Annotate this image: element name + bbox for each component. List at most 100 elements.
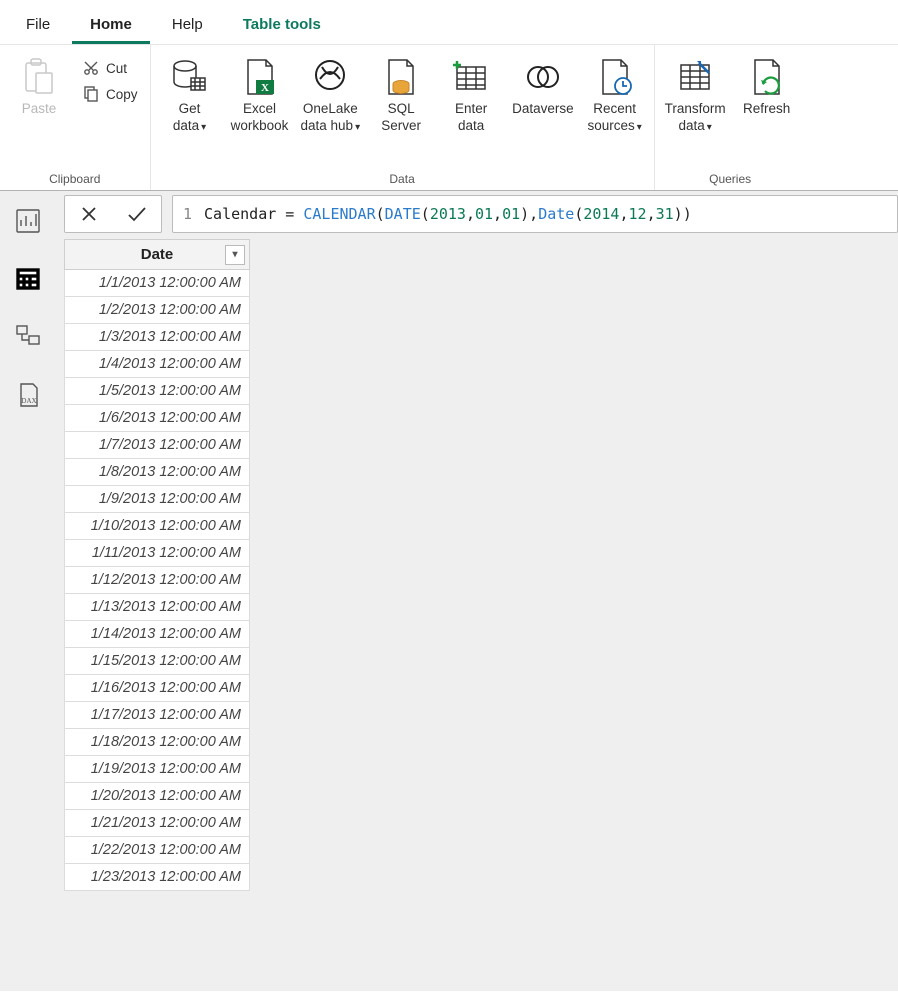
table-row[interactable]: 1/16/2013 12:00:00 AM	[65, 675, 250, 702]
table-row[interactable]: 1/6/2013 12:00:00 AM	[65, 405, 250, 432]
model-view-button[interactable]	[12, 321, 44, 353]
date-cell[interactable]: 1/9/2013 12:00:00 AM	[65, 486, 250, 513]
tab-home[interactable]: Home	[72, 6, 150, 44]
column-header-label: Date	[141, 246, 174, 263]
report-view-button[interactable]	[12, 205, 44, 237]
date-cell[interactable]: 1/14/2013 12:00:00 AM	[65, 621, 250, 648]
table-row[interactable]: 1/7/2013 12:00:00 AM	[65, 432, 250, 459]
date-cell[interactable]: 1/7/2013 12:00:00 AM	[65, 432, 250, 459]
recent-sources-button[interactable]: Recent sources▾	[584, 51, 646, 135]
date-cell[interactable]: 1/22/2013 12:00:00 AM	[65, 837, 250, 864]
date-cell[interactable]: 1/5/2013 12:00:00 AM	[65, 378, 250, 405]
date-cell[interactable]: 1/17/2013 12:00:00 AM	[65, 702, 250, 729]
date-cell[interactable]: 1/12/2013 12:00:00 AM	[65, 567, 250, 594]
dataverse-icon	[523, 55, 563, 99]
table-row[interactable]: 1/11/2013 12:00:00 AM	[65, 540, 250, 567]
table-row[interactable]: 1/4/2013 12:00:00 AM	[65, 351, 250, 378]
table-row[interactable]: 1/8/2013 12:00:00 AM	[65, 459, 250, 486]
transform-data-button[interactable]: Transform data▾	[663, 51, 728, 135]
date-cell[interactable]: 1/16/2013 12:00:00 AM	[65, 675, 250, 702]
copy-button[interactable]: Copy	[78, 83, 142, 105]
date-cell[interactable]: 1/3/2013 12:00:00 AM	[65, 324, 250, 351]
paste-label: Paste	[22, 101, 57, 118]
svg-text:DAX: DAX	[21, 397, 36, 405]
table-row[interactable]: 1/19/2013 12:00:00 AM	[65, 756, 250, 783]
main-area: DAX 1Calendar = CALENDAR(DATE(2013,01,01…	[0, 191, 898, 991]
table-row[interactable]: 1/9/2013 12:00:00 AM	[65, 486, 250, 513]
line-number: 1	[183, 205, 192, 223]
cut-label: Cut	[106, 61, 127, 76]
table-row[interactable]: 1/1/2013 12:00:00 AM	[65, 270, 250, 297]
date-cell[interactable]: 1/15/2013 12:00:00 AM	[65, 648, 250, 675]
table-row[interactable]: 1/22/2013 12:00:00 AM	[65, 837, 250, 864]
dataverse-button[interactable]: Dataverse	[510, 51, 576, 118]
date-cell[interactable]: 1/11/2013 12:00:00 AM	[65, 540, 250, 567]
chevron-down-icon: ▾	[201, 122, 206, 133]
formula-input[interactable]: 1Calendar = CALENDAR(DATE(2013,01,01),Da…	[172, 195, 898, 233]
transform-icon	[675, 55, 715, 99]
table-row[interactable]: 1/15/2013 12:00:00 AM	[65, 648, 250, 675]
date-cell[interactable]: 1/8/2013 12:00:00 AM	[65, 459, 250, 486]
date-cell[interactable]: 1/1/2013 12:00:00 AM	[65, 270, 250, 297]
table-row[interactable]: 1/23/2013 12:00:00 AM	[65, 864, 250, 891]
table-row[interactable]: 1/5/2013 12:00:00 AM	[65, 378, 250, 405]
cut-button[interactable]: Cut	[78, 57, 142, 79]
table-row[interactable]: 1/3/2013 12:00:00 AM	[65, 324, 250, 351]
date-cell[interactable]: 1/13/2013 12:00:00 AM	[65, 594, 250, 621]
data-view-button[interactable]	[12, 263, 44, 295]
excel-workbook-button[interactable]: X Excel workbook	[229, 51, 291, 135]
tab-table-tools[interactable]: Table tools	[225, 6, 339, 44]
table-row[interactable]: 1/13/2013 12:00:00 AM	[65, 594, 250, 621]
date-cell[interactable]: 1/18/2013 12:00:00 AM	[65, 729, 250, 756]
commit-formula-button[interactable]	[113, 196, 161, 232]
tab-help[interactable]: Help	[154, 6, 221, 44]
date-cell[interactable]: 1/2/2013 12:00:00 AM	[65, 297, 250, 324]
data-table: Date ▾ 1/1/2013 12:00:00 AM1/2/2013 12:0…	[64, 239, 250, 891]
table-row[interactable]: 1/10/2013 12:00:00 AM	[65, 513, 250, 540]
group-queries: Transform data▾ Refresh Queries	[655, 45, 806, 190]
group-label-clipboard: Clipboard	[49, 170, 100, 188]
formula-bar: 1Calendar = CALENDAR(DATE(2013,01,01),Da…	[64, 195, 898, 233]
chevron-down-icon: ▾	[707, 122, 712, 133]
transform-label: Transform data	[665, 101, 726, 133]
refresh-button[interactable]: Refresh	[736, 51, 798, 118]
table-row[interactable]: 1/17/2013 12:00:00 AM	[65, 702, 250, 729]
date-cell[interactable]: 1/21/2013 12:00:00 AM	[65, 810, 250, 837]
enter-data-button[interactable]: Enter data	[440, 51, 502, 135]
date-cell[interactable]: 1/23/2013 12:00:00 AM	[65, 864, 250, 891]
enter-data-icon	[451, 55, 491, 99]
paste-button: Paste	[8, 51, 70, 118]
table-row[interactable]: 1/12/2013 12:00:00 AM	[65, 567, 250, 594]
onelake-label: OneLake data hub	[301, 101, 358, 133]
cancel-formula-button[interactable]	[65, 196, 113, 232]
sql-server-button[interactable]: SQL Server	[370, 51, 432, 135]
recent-label: Recent sources	[587, 101, 636, 133]
svg-text:X: X	[261, 82, 269, 94]
recent-icon	[595, 55, 635, 99]
chevron-down-icon: ▾	[637, 122, 642, 133]
date-cell[interactable]: 1/19/2013 12:00:00 AM	[65, 756, 250, 783]
chevron-down-icon: ▾	[355, 122, 360, 133]
table-row[interactable]: 1/2/2013 12:00:00 AM	[65, 297, 250, 324]
table-row[interactable]: 1/20/2013 12:00:00 AM	[65, 783, 250, 810]
onelake-data-hub-button[interactable]: OneLake data hub▾	[299, 51, 363, 135]
scissors-icon	[82, 59, 100, 77]
dax-query-view-button[interactable]: DAX	[12, 379, 44, 411]
group-data: Get data▾ X Excel workbook OneLake data …	[151, 45, 655, 190]
tab-file[interactable]: File	[8, 6, 68, 44]
table-row[interactable]: 1/14/2013 12:00:00 AM	[65, 621, 250, 648]
table-row[interactable]: 1/21/2013 12:00:00 AM	[65, 810, 250, 837]
table-row[interactable]: 1/18/2013 12:00:00 AM	[65, 729, 250, 756]
date-cell[interactable]: 1/6/2013 12:00:00 AM	[65, 405, 250, 432]
date-cell[interactable]: 1/4/2013 12:00:00 AM	[65, 351, 250, 378]
paste-icon	[22, 55, 56, 99]
left-rail: DAX	[0, 191, 56, 991]
get-data-label: Get data	[173, 101, 201, 133]
sql-file-icon	[381, 55, 421, 99]
get-data-button[interactable]: Get data▾	[159, 51, 221, 135]
date-cell[interactable]: 1/10/2013 12:00:00 AM	[65, 513, 250, 540]
date-cell[interactable]: 1/20/2013 12:00:00 AM	[65, 783, 250, 810]
dataverse-label: Dataverse	[512, 101, 574, 118]
filter-dropdown-button[interactable]: ▾	[225, 245, 245, 265]
column-header-date[interactable]: Date ▾	[65, 240, 250, 270]
